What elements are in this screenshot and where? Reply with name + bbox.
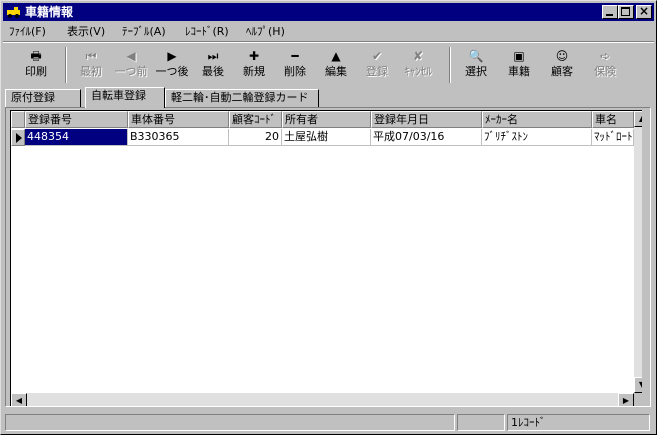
cell-registration-number[interactable]: 448354: [25, 129, 128, 146]
prev-record-label: 一つ前: [114, 65, 148, 78]
cancel-label: ｷｬﾝｾﾙ: [404, 65, 432, 78]
checkmark-icon: ✔: [371, 49, 383, 63]
vehicle-label: 車籍: [508, 65, 530, 78]
new-record-button[interactable]: ✚ 新規: [234, 47, 274, 85]
scroll-left-button[interactable]: ◀: [11, 393, 27, 406]
print-button[interactable]: 🖶 印刷: [16, 47, 56, 85]
next-record-button[interactable]: ▶ 一つ後: [152, 47, 192, 85]
edit-arrow-icon: ▲: [331, 49, 341, 63]
tab-moped-registration[interactable]: 原付登録: [5, 89, 81, 107]
customer-button[interactable]: ☺ 顧客: [542, 47, 582, 85]
minimize-button[interactable]: [602, 5, 618, 19]
menu-record[interactable]: ﾚｺｰﾄﾞ(R): [183, 24, 231, 40]
app-window: 車籍情報 × ﾌｧｲﾙ(F) 表示(V) ﾃｰﾌﾞﾙ(A) ﾚｺｰﾄﾞ(R) ﾍ…: [0, 0, 657, 435]
cancel-x-icon: ✘: [412, 49, 424, 63]
first-record-label: 最初: [80, 65, 102, 78]
toolbar: 🖶 印刷 ⏮ 最初 ◀ 一つ前 ▶ 一つ後 ⏭ 最後 ✚ 新規 ━ 削除 ▲ 編…: [3, 43, 654, 87]
edit-record-label: 編集: [325, 65, 347, 78]
prev-record-icon: ◀: [126, 49, 136, 63]
app-icon: [7, 7, 20, 18]
menu-table[interactable]: ﾃｰﾌﾞﾙ(A): [120, 24, 168, 40]
scrollbar-corner: [634, 393, 642, 406]
cancel-button[interactable]: ✘ ｷｬﾝｾﾙ: [398, 47, 438, 85]
customer-label: 顧客: [551, 65, 573, 78]
edit-record-button[interactable]: ▲ 編集: [316, 47, 356, 85]
maximize-button[interactable]: [618, 5, 634, 19]
cell-vehicle-name[interactable]: ﾏｯﾄﾞﾛｰﾄﾞ: [592, 129, 634, 146]
cell-registration-date[interactable]: 平成07/03/16: [371, 129, 482, 146]
insurance-label: 保険: [594, 65, 616, 78]
scroll-down-button[interactable]: ▼: [634, 377, 642, 393]
column-header[interactable]: 顧客ｺｰﾄﾞ: [229, 111, 282, 128]
minimize-icon: [606, 14, 613, 16]
row-pointer-icon: [16, 133, 22, 143]
close-button[interactable]: ×: [636, 5, 652, 19]
cell-frame-number[interactable]: B330365: [128, 129, 229, 146]
vehicle-icon: ▣: [513, 49, 525, 63]
insurance-button[interactable]: ➪ 保険: [585, 47, 625, 85]
current-row-indicator: [11, 129, 25, 146]
save-record-button[interactable]: ✔ 登録: [357, 47, 397, 85]
title-bar[interactable]: 車籍情報 ×: [3, 3, 654, 21]
magnifier-icon: 🔍: [468, 49, 484, 63]
column-header[interactable]: 所有者: [282, 111, 371, 128]
delete-record-label: 削除: [284, 65, 306, 78]
last-record-icon: ⏭: [207, 49, 219, 63]
status-bar: 1ﾚｺｰﾄﾞ: [3, 412, 654, 432]
select-label: 選択: [465, 65, 487, 78]
tab-bicycle-registration[interactable]: 自転車登録: [85, 87, 165, 108]
row-indicator-header: [11, 111, 25, 128]
first-record-icon: ⏮: [85, 49, 97, 63]
print-label: 印刷: [25, 65, 47, 78]
toolbar-separator: [65, 47, 67, 83]
new-record-label: 新規: [243, 65, 265, 78]
cell-owner[interactable]: 土屋弘樹: [282, 129, 371, 146]
status-record-count: 1ﾚｺｰﾄﾞ: [507, 414, 650, 431]
tab-strip: 原付登録 自転車登録 軽二輪･自動二輪登録カード: [3, 87, 654, 108]
first-record-button[interactable]: ⏮ 最初: [71, 47, 111, 85]
horizontal-scrollbar[interactable]: ◀ ▶: [11, 393, 634, 406]
cell-customer-code[interactable]: 20: [229, 129, 282, 146]
plus-icon: ✚: [248, 49, 260, 63]
column-header[interactable]: 車体番号: [128, 111, 229, 128]
column-header[interactable]: 車名: [592, 111, 634, 128]
column-header[interactable]: 登録番号: [25, 111, 128, 128]
last-record-label: 最後: [202, 65, 224, 78]
vehicle-button[interactable]: ▣ 車籍: [499, 47, 539, 85]
minus-icon: ━: [291, 49, 299, 63]
column-header[interactable]: ﾒｰｶｰ名: [482, 111, 592, 128]
prev-record-button[interactable]: ◀ 一つ前: [111, 47, 151, 85]
scroll-right-button[interactable]: ▶: [618, 393, 634, 406]
delete-record-button[interactable]: ━ 削除: [275, 47, 315, 85]
select-button[interactable]: 🔍 選択: [456, 47, 496, 85]
cell-maker-name[interactable]: ﾌﾞﾘﾁﾞｽﾄﾝ: [482, 129, 592, 146]
customer-icon: ☺: [555, 49, 569, 63]
menu-help[interactable]: ﾍﾙﾌﾟ(H): [244, 24, 287, 40]
tab-panel: 登録番号 車体番号 顧客ｺｰﾄﾞ 所有者 登録年月日 ﾒｰｶｰ名 車名 4483…: [5, 107, 651, 407]
data-grid[interactable]: 登録番号 車体番号 顧客ｺｰﾄﾞ 所有者 登録年月日 ﾒｰｶｰ名 車名 4483…: [10, 110, 642, 406]
next-record-label: 一つ後: [155, 65, 189, 78]
last-record-button[interactable]: ⏭ 最後: [193, 47, 233, 85]
menu-bar: ﾌｧｲﾙ(F) 表示(V) ﾃｰﾌﾞﾙ(A) ﾚｺｰﾄﾞ(R) ﾍﾙﾌﾟ(H): [3, 22, 654, 41]
maximize-icon: [621, 7, 630, 16]
window-title: 車籍情報: [25, 5, 74, 19]
menu-view[interactable]: 表示(V): [65, 24, 107, 40]
vertical-scrollbar[interactable]: ▲ ▼: [634, 111, 642, 393]
insurance-icon: ➪: [599, 49, 611, 63]
column-header[interactable]: 登録年月日: [371, 111, 482, 128]
close-icon: ×: [639, 4, 650, 18]
printer-icon: 🖶: [30, 49, 42, 63]
tab-motorcycle-registration-card[interactable]: 軽二輪･自動二輪登録カード: [165, 89, 319, 107]
status-message: [5, 414, 455, 431]
scroll-up-button[interactable]: ▲: [634, 111, 642, 127]
next-record-icon: ▶: [167, 49, 177, 63]
save-record-label: 登録: [366, 65, 388, 78]
menu-file[interactable]: ﾌｧｲﾙ(F): [7, 24, 48, 40]
toolbar-separator: [449, 47, 451, 83]
status-pane: [457, 414, 505, 431]
